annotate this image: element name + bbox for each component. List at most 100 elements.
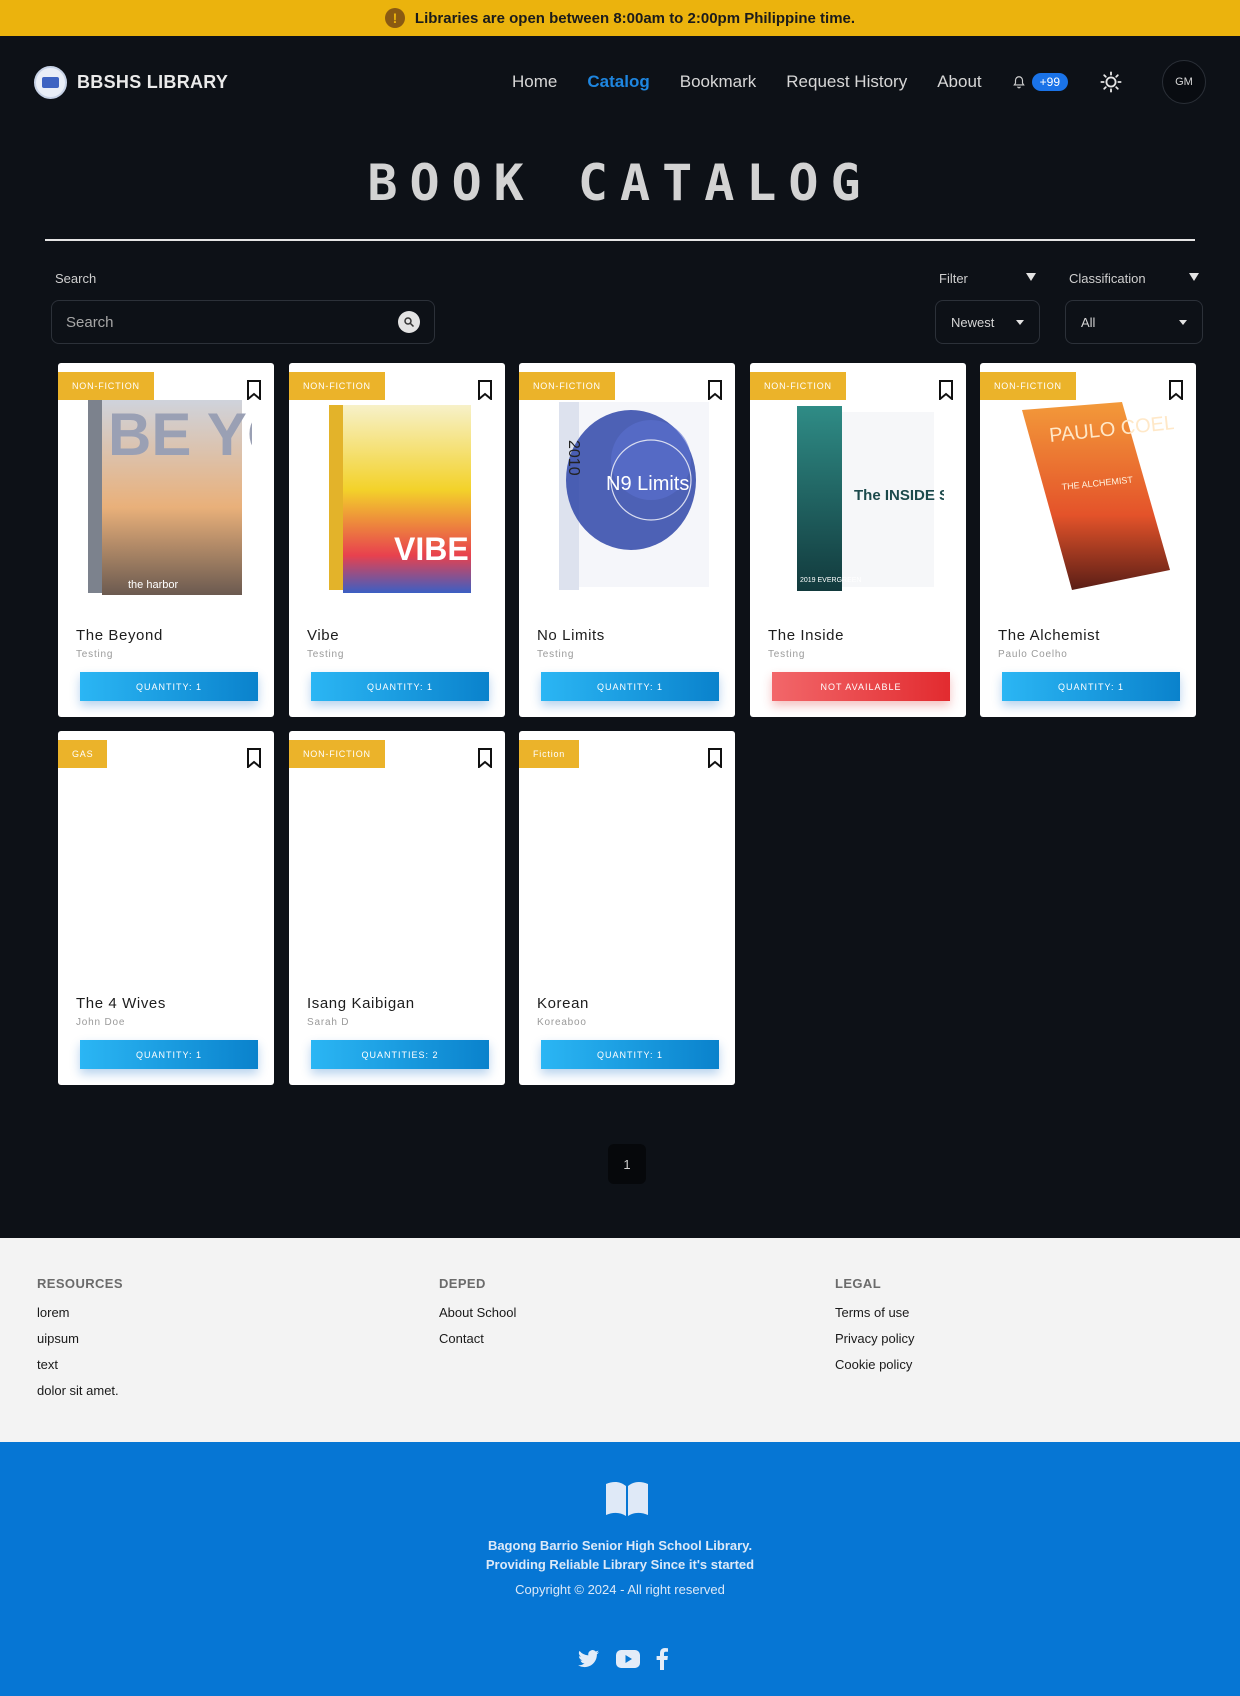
book-cover: PAULO COELHO THE ALCHEMIST: [1022, 402, 1174, 590]
avatar[interactable]: GM: [1162, 60, 1206, 104]
filter-value: Newest: [951, 314, 995, 330]
category-tag: GAS: [58, 740, 108, 768]
book-card[interactable]: NON-FICTION Isang Kaibigan Sarah D QUANT…: [289, 731, 505, 1085]
bookmark-icon[interactable]: [246, 380, 262, 400]
book-card[interactable]: The INSIDE Story 2019 EVERGREEN NON-FICT…: [750, 363, 966, 717]
not-available-button[interactable]: NOT AVAILABLE: [772, 672, 950, 701]
search-button[interactable]: [398, 311, 420, 333]
bookmark-icon[interactable]: [707, 748, 723, 768]
filter-select[interactable]: Newest: [935, 300, 1040, 344]
footer-link[interactable]: Contact: [439, 1331, 516, 1346]
footer-link[interactable]: About School: [439, 1305, 516, 1320]
quantity-button[interactable]: QUANTITY: 1: [80, 1040, 258, 1069]
chevron-down-icon: [1016, 319, 1024, 325]
brand-name: BBSHS LIBRARY: [77, 71, 229, 92]
book-title: No Limits: [537, 627, 605, 644]
footer-link[interactable]: dolor sit amet.: [37, 1383, 123, 1398]
book-title: Korean: [537, 995, 589, 1012]
cover-text: BE YO ND: [108, 401, 252, 468]
footer-legal: LEGAL Terms of use Privacy policy Cookie…: [835, 1276, 914, 1383]
book-title: The Inside: [768, 627, 845, 644]
category-tag: NON-FICTION: [519, 372, 615, 400]
school-logo: [34, 65, 67, 99]
nav-catalog[interactable]: Catalog: [587, 72, 649, 92]
footer-link[interactable]: lorem: [37, 1305, 123, 1320]
book-title: The 4 Wives: [76, 995, 166, 1012]
book-cover: 2010 N9 Limits: [559, 402, 709, 590]
book-card[interactable]: PAULO COELHO THE ALCHEMIST NON-FICTION T…: [980, 363, 1196, 717]
book-author: Koreaboo: [537, 1017, 587, 1028]
sun-icon[interactable]: [1100, 71, 1122, 93]
bookmark-icon[interactable]: [246, 748, 262, 768]
quantity-button[interactable]: QUANTITY: 1: [311, 672, 489, 701]
announcement-text: Libraries are open between 8:00am to 2:0…: [414, 9, 856, 27]
book-title: Isang Kaibigan: [307, 995, 415, 1012]
book-card[interactable]: VIBE NON-FICTION Vibe Testing QUANTITY: …: [289, 363, 505, 717]
nav-bookmark[interactable]: Bookmark: [680, 72, 757, 92]
open-book-icon: [606, 1481, 648, 1516]
bookmark-icon[interactable]: [477, 748, 493, 768]
quantity-button[interactable]: QUANTITY: 1: [1002, 672, 1180, 701]
cover-text: N9 Limits: [606, 473, 689, 495]
quantity-button[interactable]: QUANTITY: 1: [541, 1040, 719, 1069]
footer-bottom: Bagong Barrio Senior High School Library…: [0, 1442, 1240, 1696]
category-tag: Fiction: [519, 740, 580, 768]
category-tag: NON-FICTION: [980, 372, 1076, 400]
category-tag: NON-FICTION: [289, 740, 385, 768]
quantity-button[interactable]: QUANTITY: 1: [541, 672, 719, 701]
nav-home[interactable]: Home: [512, 72, 557, 92]
quantity-button[interactable]: QUANTITY: 1: [80, 672, 258, 701]
book-author: John Doe: [76, 1017, 126, 1028]
bookmark-icon[interactable]: [477, 380, 493, 400]
footer-link[interactable]: Cookie policy: [835, 1357, 914, 1372]
classification-label: Classification: [1069, 271, 1146, 286]
nav-request-history[interactable]: Request History: [786, 72, 907, 92]
book-cover: VIBE: [329, 405, 471, 593]
cover-text: VIBE: [394, 531, 469, 567]
footer-heading: RESOURCES: [37, 1276, 123, 1291]
page-title: BOOK CATALOG: [367, 154, 873, 212]
page-button-1[interactable]: 1: [608, 1144, 646, 1184]
brand[interactable]: BBSHS LIBRARY: [34, 65, 229, 99]
copyright: Copyright © 2024 - All right reserved: [515, 1582, 725, 1597]
nav-about[interactable]: About: [937, 72, 981, 92]
social-links: [578, 1648, 668, 1670]
book-title: The Beyond: [76, 627, 163, 644]
book-card[interactable]: BE YO ND the harbor NON-FICTION The Beyo…: [58, 363, 274, 717]
classification-filter-icon: [1189, 273, 1199, 281]
footer-tagline-1: Bagong Barrio Senior High School Library…: [487, 1538, 753, 1553]
footer-link[interactable]: Privacy policy: [835, 1331, 914, 1346]
notification-badge: +99: [1031, 73, 1068, 91]
book-grid: BE YO ND the harbor NON-FICTION The Beyo…: [0, 363, 1240, 1184]
bookmark-icon[interactable]: [938, 380, 954, 400]
book-cover: BE YO ND the harbor: [88, 400, 252, 595]
notifications-button[interactable]: +99: [1012, 73, 1068, 91]
book-card[interactable]: 2010 N9 Limits NON-FICTION No Limits Tes…: [519, 363, 735, 717]
classification-select[interactable]: All: [1065, 300, 1203, 344]
facebook-icon[interactable]: [656, 1648, 668, 1670]
book-cover: The INSIDE Story 2019 EVERGREEN: [797, 406, 944, 591]
filter-label: Filter: [939, 271, 968, 286]
bell-icon: [1012, 76, 1025, 89]
bookmark-icon[interactable]: [707, 380, 723, 400]
footer-link[interactable]: uipsum: [37, 1331, 123, 1346]
catalog-controls: Search Filter Newest Classification All: [0, 241, 1240, 363]
footer-tagline-2: Providing Reliable Library Since it's st…: [485, 1557, 755, 1572]
filter-icon: [1026, 273, 1036, 281]
book-author: Testing: [537, 649, 575, 660]
quantity-button[interactable]: QUANTITIES: 2: [311, 1040, 489, 1069]
footer-deped: DEPED About School Contact: [439, 1276, 516, 1357]
youtube-icon[interactable]: [616, 1650, 640, 1668]
footer-link[interactable]: text: [37, 1357, 123, 1372]
book-author: Testing: [307, 649, 345, 660]
cover-subtitle: 2019 EVERGREEN: [800, 577, 861, 584]
book-card[interactable]: Fiction Korean Koreaboo QUANTITY: 1: [519, 731, 735, 1085]
book-card[interactable]: GAS The 4 Wives John Doe QUANTITY: 1: [58, 731, 274, 1085]
twitter-icon[interactable]: [578, 1649, 600, 1669]
footer-heading: LEGAL: [835, 1276, 882, 1291]
search-input[interactable]: [66, 313, 398, 331]
book-author: Testing: [76, 649, 114, 660]
bookmark-icon[interactable]: [1168, 380, 1184, 400]
category-tag: NON-FICTION: [289, 372, 385, 400]
footer-link[interactable]: Terms of use: [835, 1305, 914, 1320]
